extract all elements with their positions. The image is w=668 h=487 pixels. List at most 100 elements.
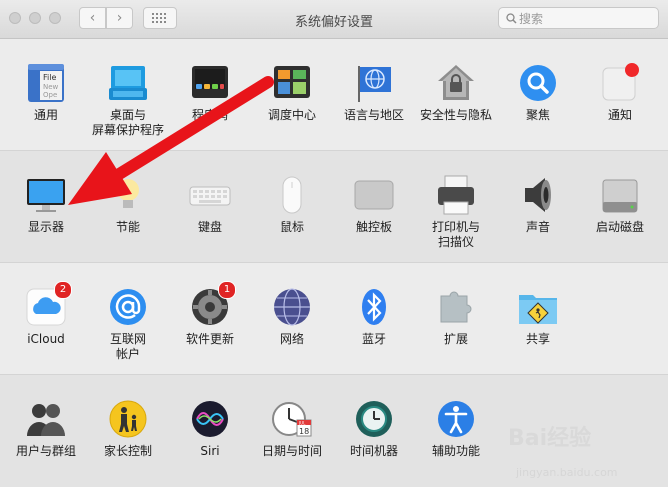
- svg-text:Ope: Ope: [43, 91, 57, 99]
- pref-extensions[interactable]: 扩展: [415, 286, 497, 347]
- pref-icloud[interactable]: 2 iCloud: [5, 281, 87, 347]
- pref-parental-controls[interactable]: 家长控制: [87, 398, 169, 459]
- pref-siri[interactable]: Siri: [169, 398, 251, 459]
- svg-text:New: New: [43, 83, 59, 91]
- speaker-icon: [517, 174, 559, 216]
- pref-time-machine[interactable]: 时间机器: [333, 398, 415, 459]
- pref-label: 触控板: [355, 220, 392, 234]
- pref-label: 键盘: [197, 220, 222, 234]
- pref-label: 程序坞: [191, 108, 228, 122]
- pref-sharing[interactable]: 共享: [497, 286, 579, 347]
- svg-text:File: File: [43, 73, 56, 82]
- users-icon: [25, 398, 67, 440]
- trackpad-icon: [353, 174, 395, 216]
- svg-text:18: 18: [299, 427, 309, 436]
- gear-icon: 1: [189, 281, 236, 328]
- time-machine-icon: [353, 398, 395, 440]
- pref-label: 家长控制: [103, 444, 152, 458]
- notification-badge: 1: [218, 281, 236, 299]
- pref-label: 聚焦: [525, 108, 550, 122]
- at-sign-icon: [107, 286, 149, 328]
- pref-label: 网络: [279, 332, 304, 346]
- icloud-icon: 2: [25, 281, 72, 328]
- desktop-screensaver-icon: [107, 62, 149, 104]
- section-personal: File New Ope 通用 桌面与 屏幕保护程序 程序坞 调度中心 语言与地…: [0, 39, 668, 150]
- pref-label: 扩展: [443, 332, 468, 346]
- pref-users-groups[interactable]: 用户与群组: [5, 398, 87, 459]
- pref-network[interactable]: 网络: [251, 286, 333, 347]
- pref-label: 声音: [525, 220, 550, 234]
- pref-mouse[interactable]: 鼠标: [251, 174, 333, 235]
- keyboard-icon: [189, 174, 231, 216]
- search-placeholder: 搜索: [519, 11, 544, 26]
- pref-general[interactable]: File New Ope 通用: [5, 62, 87, 123]
- pref-bluetooth[interactable]: 蓝牙: [333, 286, 415, 347]
- pref-keyboard[interactable]: 键盘: [169, 174, 251, 235]
- pref-sound[interactable]: 声音: [497, 174, 579, 235]
- pref-label: 鼠标: [279, 220, 304, 234]
- accessibility-icon: [435, 398, 477, 440]
- pref-language-region[interactable]: 语言与地区: [333, 62, 415, 123]
- pref-label: 安全性与隐私: [419, 108, 492, 122]
- pref-spotlight[interactable]: 聚焦: [497, 62, 579, 123]
- pref-mission-control[interactable]: 调度中心: [251, 62, 333, 123]
- pref-dock[interactable]: 程序坞: [169, 62, 251, 123]
- hard-disk-icon: [599, 174, 641, 216]
- search-icon: [503, 12, 519, 24]
- pref-label: 用户与群组: [15, 444, 76, 458]
- pref-displays[interactable]: 显示器: [5, 174, 87, 235]
- pref-label: 日期与时间: [261, 444, 322, 458]
- search-input[interactable]: 搜索: [498, 7, 659, 29]
- watermark-logo: Bai经验: [508, 426, 592, 451]
- lightbulb-icon: [107, 174, 149, 216]
- pref-label: 桌面与 屏幕保护程序: [91, 108, 164, 137]
- section-hardware: 显示器 节能 键盘 鼠标 触控板 打印机与 扫描仪 声音 启动磁盘: [0, 150, 668, 263]
- pref-label: 辅助功能: [431, 444, 480, 458]
- clock-calendar-icon: JUL 18: [271, 398, 313, 440]
- mission-control-icon: [271, 62, 313, 104]
- pref-label: 通用: [33, 108, 58, 122]
- siri-icon: [189, 398, 231, 440]
- pref-label: Siri: [200, 444, 220, 458]
- mouse-icon: [271, 174, 313, 216]
- pref-energy-saver[interactable]: 节能: [87, 174, 169, 235]
- pref-security-privacy[interactable]: 安全性与隐私: [415, 62, 497, 123]
- pref-label: 蓝牙: [361, 332, 386, 346]
- pref-printers-scanners[interactable]: 打印机与 扫描仪: [415, 174, 497, 250]
- notifications-icon: [599, 62, 641, 104]
- pref-label: 共享: [525, 332, 550, 346]
- pref-notifications[interactable]: 通知: [579, 62, 661, 123]
- pref-label: 节能: [115, 220, 140, 234]
- pref-label: 打印机与 扫描仪: [431, 220, 480, 249]
- pref-trackpad[interactable]: 触控板: [333, 174, 415, 235]
- watermark-url: jingyan.baidu.com: [516, 466, 618, 479]
- bluetooth-icon: [353, 286, 395, 328]
- network-globe-icon: [271, 286, 313, 328]
- section-internet-wireless: 2 iCloud 互联网 帐户 1 软件更新 网络 蓝牙 扩展 共享: [0, 262, 668, 375]
- pref-label: 时间机器: [349, 444, 398, 458]
- pref-label: 通知: [607, 108, 632, 122]
- spotlight-icon: [517, 62, 559, 104]
- dock-icon: [189, 62, 231, 104]
- pref-internet-accounts[interactable]: 互联网 帐户: [87, 286, 169, 362]
- parental-controls-icon: [107, 398, 149, 440]
- pref-date-time[interactable]: JUL 18 日期与时间: [251, 398, 333, 459]
- notification-badge: 2: [54, 281, 72, 299]
- title-bar: ‹ › 系统偏好设置 搜索: [0, 0, 668, 39]
- sharing-folder-icon: [517, 286, 559, 328]
- pref-label: 语言与地区: [343, 108, 404, 122]
- pref-software-update[interactable]: 1 软件更新: [169, 281, 251, 347]
- pref-label: 调度中心: [267, 108, 316, 122]
- pref-label: 软件更新: [185, 332, 234, 346]
- house-lock-icon: [435, 62, 477, 104]
- pref-startup-disk[interactable]: 启动磁盘: [579, 174, 661, 235]
- general-icon: File New Ope: [25, 62, 67, 104]
- pref-desktop-screensaver[interactable]: 桌面与 屏幕保护程序: [87, 62, 169, 138]
- pref-label: 互联网 帐户: [109, 332, 146, 361]
- svg-text:JUL: JUL: [298, 421, 306, 426]
- globe-flag-icon: [353, 62, 395, 104]
- pref-label: iCloud: [27, 332, 65, 346]
- printer-icon: [435, 174, 477, 216]
- pref-label: 启动磁盘: [595, 220, 644, 234]
- pref-accessibility[interactable]: 辅助功能: [415, 398, 497, 459]
